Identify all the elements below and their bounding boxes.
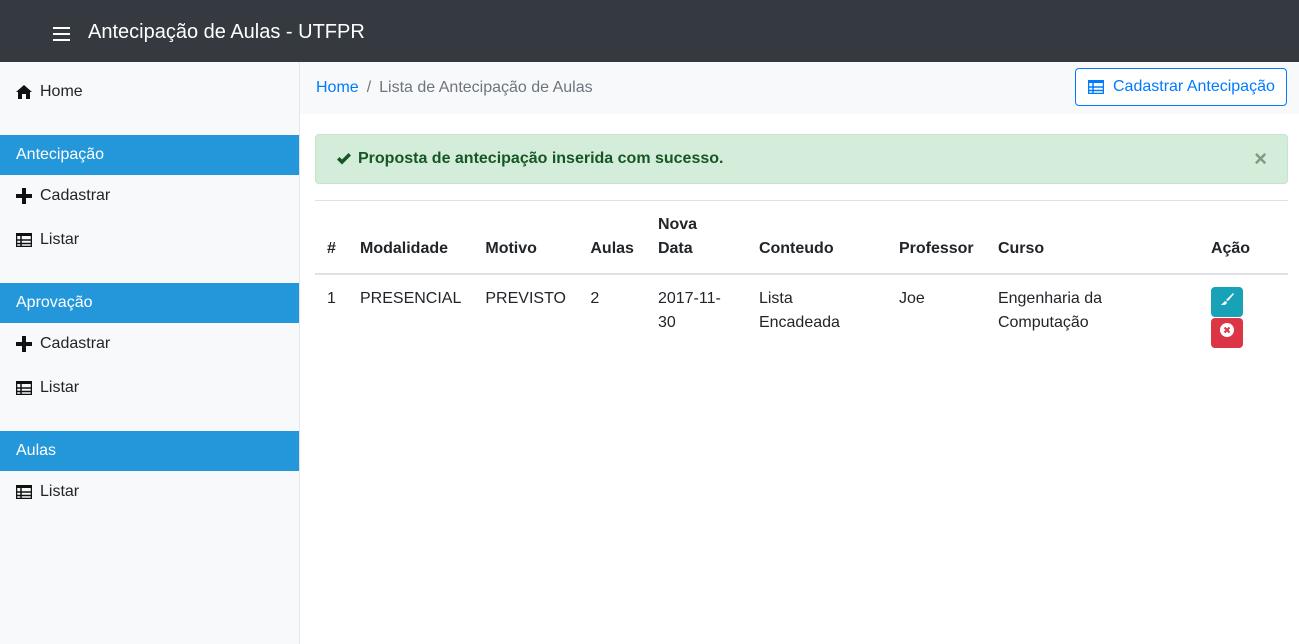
cell-id: 1	[327, 290, 336, 307]
alert-close-button[interactable]: ×	[1254, 147, 1267, 171]
anticipation-table: # Modalidade Motivo Aulas Nova Data Cont…	[315, 200, 1288, 361]
table-list-icon	[1088, 80, 1105, 94]
column-header-nova-data: Nova Data	[645, 200, 747, 275]
check-icon	[336, 152, 353, 166]
sidebar-item-antecipacao-listar[interactable]: Listar	[0, 220, 299, 260]
column-header-professor: Professor	[886, 200, 986, 275]
column-header-id: #	[315, 200, 348, 275]
sidebar-item-aprovacao-listar[interactable]: Listar	[0, 368, 299, 408]
breadcrumb-separator: /	[366, 79, 372, 96]
cell-modalidade: PRESENCIAL	[360, 290, 462, 307]
sidebar-item-label: Cadastrar	[40, 187, 111, 204]
breadcrumb-home-link[interactable]: Home	[316, 78, 359, 98]
app-title[interactable]: Antecipação de Aulas - UTFPR	[88, 20, 365, 44]
column-header-aulas: Aulas	[578, 200, 646, 275]
edit-button[interactable]	[1210, 287, 1243, 317]
cell-curso: Engenharia da Computação	[997, 290, 1103, 331]
sidebar-section-aulas: Aulas	[0, 431, 299, 471]
cell-nova-data: 2017-11-30	[657, 290, 721, 331]
times-circle-icon	[1219, 321, 1234, 345]
breadcrumb-bar: Home / Lista de Antecipação de Aulas Cad…	[300, 62, 1299, 114]
register-anticipation-label: Cadastrar Antecipação	[1113, 78, 1275, 95]
column-header-curso: Curso	[985, 200, 1199, 275]
cell-conteudo: Lista Encadeada	[758, 290, 840, 331]
cell-motivo: PREVISTO	[485, 290, 566, 307]
breadcrumb: Home / Lista de Antecipação de Aulas	[316, 78, 593, 98]
cell-professor: Joe	[898, 290, 925, 307]
sidebar: Home Antecipação Cadastrar Listar Aprova…	[0, 62, 300, 644]
sidebar-item-label: Cadastrar	[40, 335, 111, 352]
sidebar-item-label: Listar	[40, 231, 80, 248]
sidebar-item-home[interactable]: Home	[0, 72, 299, 112]
brush-icon	[1220, 290, 1234, 314]
table-list-icon	[15, 380, 33, 396]
table-list-icon	[15, 232, 33, 248]
column-header-modalidade: Modalidade	[348, 200, 474, 275]
plus-icon	[15, 336, 33, 352]
sidebar-item-label: Home	[40, 83, 83, 100]
sidebar-section-aprovacao: Aprovação	[0, 283, 299, 323]
column-header-conteudo: Conteudo	[746, 200, 887, 275]
column-header-acao: Ação	[1198, 200, 1288, 275]
sidebar-item-label: Listar	[40, 379, 80, 396]
home-icon	[15, 84, 33, 100]
column-header-motivo: Motivo	[473, 200, 579, 275]
cell-aulas: 2	[590, 290, 600, 307]
table-header-row: # Modalidade Motivo Aulas Nova Data Cont…	[315, 200, 1288, 275]
success-alert: Proposta de antecipação inserida com suc…	[315, 134, 1288, 184]
sidebar-item-aprovacao-cadastrar[interactable]: Cadastrar	[0, 324, 299, 364]
plus-icon	[15, 188, 33, 204]
register-anticipation-button[interactable]: Cadastrar Antecipação	[1075, 68, 1287, 106]
sidebar-item-antecipacao-cadastrar[interactable]: Cadastrar	[0, 176, 299, 216]
alert-message: Proposta de antecipação inserida com suc…	[358, 150, 724, 167]
menu-toggle-icon[interactable]	[53, 27, 70, 41]
sidebar-section-antecipacao: Antecipação	[0, 135, 299, 175]
breadcrumb-current: Lista de Antecipação de Aulas	[379, 79, 593, 96]
sidebar-item-label: Listar	[40, 483, 80, 500]
delete-button[interactable]	[1210, 318, 1243, 348]
top-navbar: Antecipação de Aulas - UTFPR	[0, 0, 1299, 62]
table-row: 1 PRESENCIAL PREVISTO 2 2017-11-30 Lista…	[315, 274, 1288, 361]
cell-acao	[1199, 274, 1288, 361]
table-list-icon	[15, 484, 33, 500]
sidebar-item-aulas-listar[interactable]: Listar	[0, 472, 299, 512]
